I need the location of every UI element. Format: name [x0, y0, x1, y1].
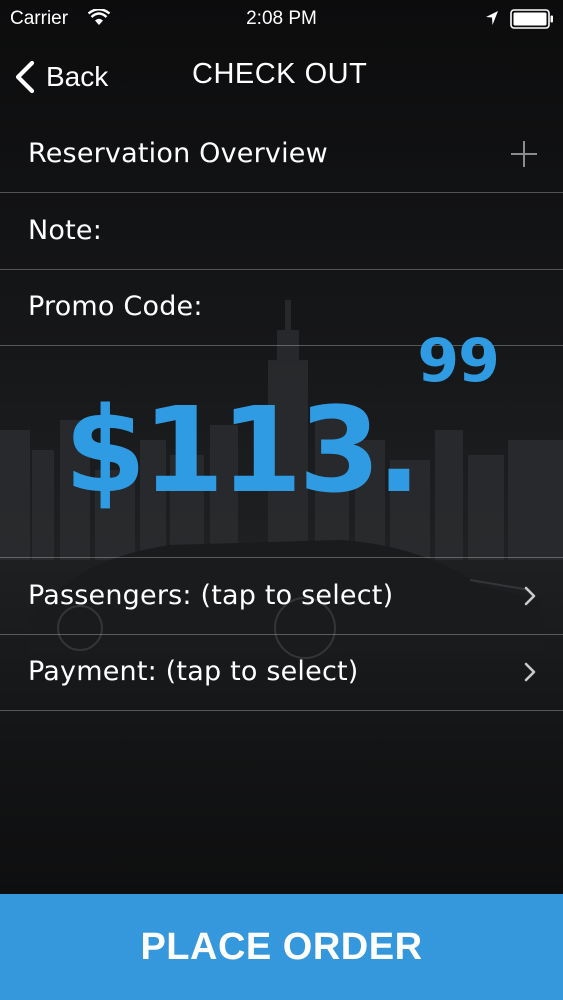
passengers-row[interactable]: Passengers: (tap to select) [0, 557, 563, 635]
navigation-bar: Back CHECK OUT [0, 38, 563, 118]
payment-row[interactable]: Payment: (tap to select) [0, 634, 563, 711]
price-cents: 99 [417, 326, 499, 396]
page-title: CHECK OUT [192, 58, 368, 90]
chevron-right-icon [524, 662, 536, 682]
battery-icon [510, 9, 553, 29]
reservation-overview-label: Reservation Overview [28, 138, 328, 169]
promo-code-label: Promo Code: [28, 291, 203, 322]
reservation-overview-row[interactable]: Reservation Overview [0, 116, 563, 193]
place-order-label: PLACE ORDER [140, 925, 423, 968]
payment-label: Payment: (tap to select) [28, 656, 359, 687]
note-row[interactable]: Note: [0, 193, 563, 270]
status-bar: Carrier 2:08 PM [0, 0, 563, 38]
passengers-label: Passengers: (tap to select) [28, 580, 394, 611]
back-label: Back [46, 61, 109, 92]
chevron-right-icon [524, 586, 536, 606]
place-order-button[interactable]: PLACE ORDER [0, 894, 563, 1000]
location-icon [486, 11, 498, 25]
status-time: 2:08 PM [246, 8, 317, 29]
plus-icon[interactable] [511, 141, 537, 167]
note-label: Note: [28, 215, 103, 246]
price-dollars: $113. [64, 381, 421, 519]
chevron-left-icon [15, 60, 35, 94]
total-price: $113.99 [0, 326, 563, 520]
back-button[interactable]: Back [12, 54, 108, 100]
